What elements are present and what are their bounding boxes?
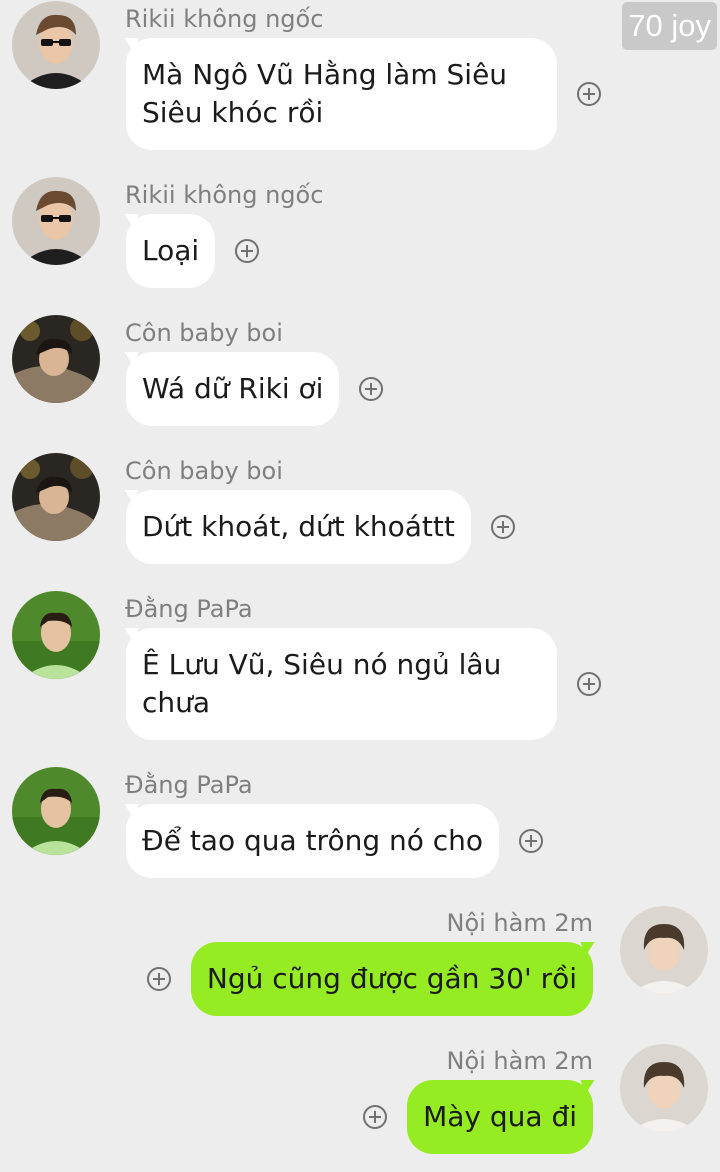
- message-bubble[interactable]: Ê Lưu Vũ, Siêu nó ngủ lâu chưa: [126, 628, 557, 740]
- sender-name: Nội hàm 2m: [446, 1047, 593, 1075]
- sender-name: Đằng PaPa: [125, 771, 253, 799]
- message-bubble[interactable]: Wá dữ Riki ơi: [126, 352, 340, 426]
- message-bubble[interactable]: Dứt khoát, dứt khoáttt: [126, 490, 471, 564]
- sender-name: Rikii không ngốc: [125, 5, 324, 33]
- message-item: Nội hàm 2m Mày qua đi: [0, 1042, 720, 1162]
- sender-name: Côn baby boi: [125, 319, 283, 347]
- add-reaction-icon[interactable]: [359, 377, 384, 401]
- message-item: Côn baby boi Dứt khoát, dứt khoáttt: [0, 452, 720, 572]
- add-reaction-icon[interactable]: [363, 1105, 388, 1129]
- avatar-rikii[interactable]: [12, 177, 100, 265]
- add-reaction-icon[interactable]: [577, 672, 601, 696]
- message-item: Đằng PaPa Để tao qua trông nó cho: [0, 766, 720, 886]
- avatar-dang[interactable]: [12, 767, 100, 855]
- avatar-con[interactable]: [12, 315, 100, 403]
- add-reaction-icon[interactable]: [235, 239, 260, 263]
- message-item: Nội hàm 2m Ngủ cũng được gần 30' rồi: [0, 904, 720, 1024]
- sender-name: Rikii không ngốc: [125, 181, 324, 209]
- avatar-rikii[interactable]: [12, 1, 100, 89]
- sender-name: Côn baby boi: [125, 457, 283, 485]
- add-reaction-icon[interactable]: [577, 82, 601, 106]
- message-bubble[interactable]: Loại: [126, 214, 216, 288]
- message-item: Rikii không ngốc Loại: [0, 176, 720, 296]
- avatar-con[interactable]: [12, 453, 100, 541]
- message-bubble[interactable]: Mà Ngô Vũ Hằng làm Siêu Siêu khóc rồi: [126, 38, 557, 150]
- message-item: Rikii không ngốc Mà Ngô Vũ Hằng làm Siêu…: [0, 0, 720, 160]
- message-item: Côn baby boi Wá dữ Riki ơi: [0, 314, 720, 434]
- avatar-noiham[interactable]: [620, 1044, 708, 1132]
- avatar-dang[interactable]: [12, 591, 100, 679]
- sender-name: Nội hàm 2m: [446, 909, 593, 937]
- avatar-noiham[interactable]: [620, 906, 708, 994]
- add-reaction-icon[interactable]: [519, 829, 544, 853]
- message-item: Đằng PaPa Ê Lưu Vũ, Siêu nó ngủ lâu chưa: [0, 590, 720, 750]
- message-bubble[interactable]: Để tao qua trông nó cho: [126, 804, 500, 878]
- message-bubble[interactable]: Ngủ cũng được gần 30' rồi: [190, 942, 593, 1016]
- add-reaction-icon[interactable]: [146, 967, 171, 991]
- message-bubble[interactable]: Mày qua đi: [407, 1080, 593, 1154]
- add-reaction-icon[interactable]: [490, 515, 515, 539]
- sender-name: Đằng PaPa: [125, 595, 253, 623]
